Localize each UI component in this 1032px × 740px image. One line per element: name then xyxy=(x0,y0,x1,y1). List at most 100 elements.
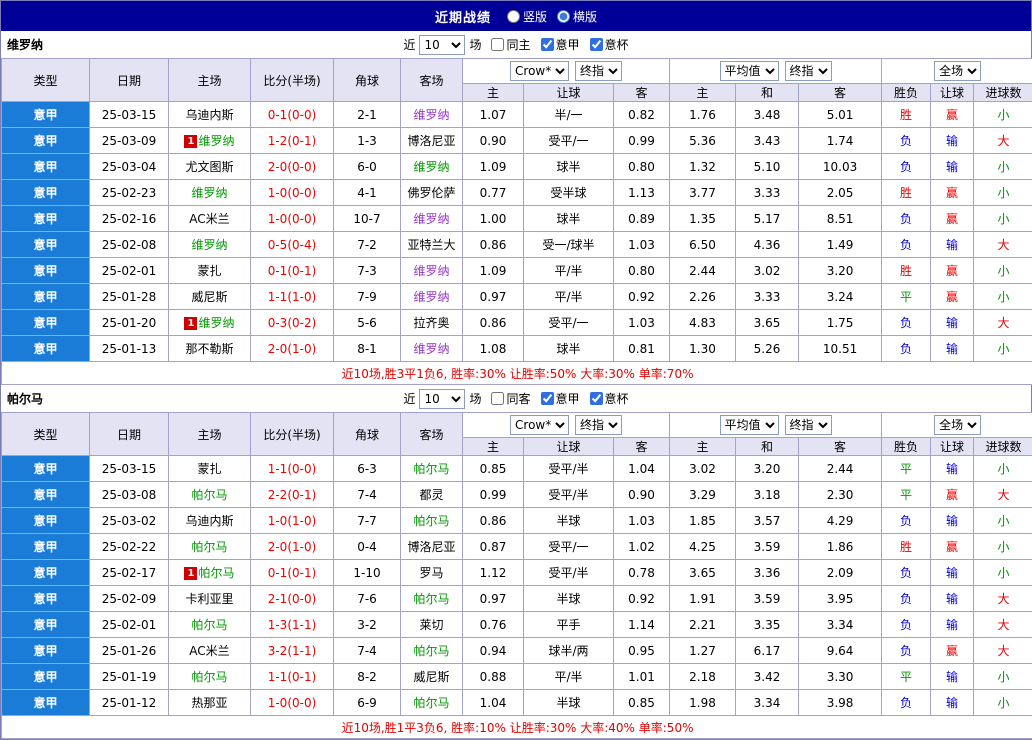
handicap-away-odds-cell: 1.04 xyxy=(614,456,670,482)
handicap-result-cell: 输 xyxy=(931,232,974,258)
league-checkbox[interactable] xyxy=(541,392,554,405)
match-row: 意甲25-02-09卡利亚里2-1(0-0)7-6帕尔马0.97半球0.921.… xyxy=(2,586,1032,612)
avg-home-odds-cell: 5.36 xyxy=(670,128,736,154)
column-header: 客 xyxy=(799,438,882,456)
same-venue-checkbox[interactable] xyxy=(491,38,504,51)
league-cell: 意甲 xyxy=(2,102,90,128)
games-count-select[interactable]: 10 xyxy=(419,35,465,55)
avg-draw-odds-cell: 3.02 xyxy=(736,258,799,284)
avg-draw-odds-cell: 3.20 xyxy=(736,456,799,482)
team-name: 维罗纳 xyxy=(7,36,43,53)
home-team-cell: 尤文图斯 xyxy=(169,154,251,180)
games-count-select[interactable]: 10 xyxy=(419,389,465,409)
column-header: 主场 xyxy=(169,59,251,102)
cup-checkbox-label[interactable]: 意杯 xyxy=(590,36,629,53)
league-cell: 意甲 xyxy=(2,310,90,336)
goals-count-cell: 大 xyxy=(974,482,1032,508)
corner-cell: 3-2 xyxy=(334,612,401,638)
column-header: 主场 xyxy=(169,413,251,456)
average-select[interactable]: 平均值 xyxy=(720,61,779,81)
handicap-away-odds-cell: 0.92 xyxy=(614,284,670,310)
avg-away-odds-cell: 2.44 xyxy=(799,456,882,482)
match-row: 意甲25-03-15蒙扎1-1(0-0)6-3帕尔马0.85受平/半1.043.… xyxy=(2,456,1032,482)
cup-checkbox[interactable] xyxy=(590,392,603,405)
column-header: 让球 xyxy=(524,84,614,102)
vertical-layout-radio[interactable] xyxy=(507,10,520,23)
result-cell: 负 xyxy=(882,336,931,362)
handicap-result-cell: 输 xyxy=(931,456,974,482)
goals-count-cell: 大 xyxy=(974,586,1032,612)
handicap-home-odds-cell: 1.12 xyxy=(463,560,524,586)
avg-home-odds-cell: 2.21 xyxy=(670,612,736,638)
column-header: 让球 xyxy=(524,438,614,456)
header-select-group: 全场 xyxy=(882,413,1032,438)
horizontal-layout-radio[interactable] xyxy=(557,10,570,23)
same-venue-checkbox-label[interactable]: 同主 xyxy=(491,36,530,53)
league-checkbox-label[interactable]: 意甲 xyxy=(541,36,580,53)
goals-count-cell: 小 xyxy=(974,102,1032,128)
games-label: 场 xyxy=(469,36,481,53)
corner-cell: 6-3 xyxy=(334,456,401,482)
same-venue-checkbox-label[interactable]: 同客 xyxy=(491,390,530,407)
avg-away-odds-cell: 2.05 xyxy=(799,180,882,206)
bookmaker-select[interactable]: Crow* xyxy=(510,61,569,81)
final-index-select[interactable]: 终指 xyxy=(575,61,622,81)
league-checkbox[interactable] xyxy=(541,38,554,51)
date-cell: 25-02-23 xyxy=(90,180,169,206)
handicap-line-cell: 受平/一 xyxy=(524,128,614,154)
home-team-cell: 乌迪内斯 xyxy=(169,102,251,128)
home-team-cell: 蒙扎 xyxy=(169,258,251,284)
handicap-away-odds-cell: 1.03 xyxy=(614,310,670,336)
horizontal-layout-option[interactable]: 横版 xyxy=(557,8,597,25)
score-cell: 0-3(0-2) xyxy=(251,310,334,336)
page-title: 近期战绩 xyxy=(435,7,491,26)
match-row: 意甲25-03-08帕尔马2-2(0-1)7-4都灵0.99受平/半0.903.… xyxy=(2,482,1032,508)
avg-home-odds-cell: 3.29 xyxy=(670,482,736,508)
match-row: 意甲25-02-01蒙扎0-1(0-1)7-3维罗纳1.09平/半0.802.4… xyxy=(2,258,1032,284)
bookmaker-select[interactable]: Crow* xyxy=(510,415,569,435)
cup-checkbox-label[interactable]: 意杯 xyxy=(590,390,629,407)
corner-cell: 4-1 xyxy=(334,180,401,206)
goals-count-cell: 小 xyxy=(974,336,1032,362)
handicap-result-cell: 输 xyxy=(931,508,974,534)
league-cell: 意甲 xyxy=(2,534,90,560)
average-select[interactable]: 平均值 xyxy=(720,415,779,435)
away-team-cell: 拉齐奥 xyxy=(401,310,463,336)
same-venue-checkbox[interactable] xyxy=(491,392,504,405)
full-match-select[interactable]: 全场 xyxy=(934,61,981,81)
handicap-result-cell: 赢 xyxy=(931,206,974,232)
away-team-cell: 罗马 xyxy=(401,560,463,586)
filter-controls: 近10场同主意甲意杯 xyxy=(403,35,628,55)
score-cell: 0-1(0-1) xyxy=(251,258,334,284)
handicap-result-cell: 输 xyxy=(931,154,974,180)
goals-count-cell: 小 xyxy=(974,180,1032,206)
full-match-select[interactable]: 全场 xyxy=(934,415,981,435)
handicap-line-cell: 平/半 xyxy=(524,664,614,690)
goals-count-cell: 大 xyxy=(974,310,1032,336)
corner-cell: 2-1 xyxy=(334,102,401,128)
league-checkbox-label[interactable]: 意甲 xyxy=(541,390,580,407)
league-cell: 意甲 xyxy=(2,586,90,612)
avg-draw-odds-cell: 3.48 xyxy=(736,102,799,128)
vertical-layout-label: 竖版 xyxy=(523,8,547,25)
cup-checkbox[interactable] xyxy=(590,38,603,51)
handicap-home-odds-cell: 0.97 xyxy=(463,284,524,310)
avg-draw-odds-cell: 5.26 xyxy=(736,336,799,362)
header-select-group: 全场 xyxy=(882,59,1032,84)
match-row: 意甲25-01-26AC米兰3-2(1-1)7-4帕尔马0.94球半/两0.95… xyxy=(2,638,1032,664)
column-header: 比分(半场) xyxy=(251,413,334,456)
final-index-2-select[interactable]: 终指 xyxy=(785,61,832,81)
vertical-layout-option[interactable]: 竖版 xyxy=(507,8,547,25)
column-header: 和 xyxy=(736,84,799,102)
home-team-cell: 帕尔马 xyxy=(169,534,251,560)
avg-away-odds-cell: 3.98 xyxy=(799,690,882,716)
away-team-cell: 博洛尼亚 xyxy=(401,534,463,560)
avg-away-odds-cell: 5.01 xyxy=(799,102,882,128)
avg-draw-odds-cell: 3.59 xyxy=(736,586,799,612)
result-cell: 负 xyxy=(882,128,931,154)
final-index-select[interactable]: 终指 xyxy=(575,415,622,435)
score-cell: 1-0(0-0) xyxy=(251,180,334,206)
date-cell: 25-02-01 xyxy=(90,612,169,638)
final-index-2-select[interactable]: 终指 xyxy=(785,415,832,435)
result-cell: 胜 xyxy=(882,534,931,560)
